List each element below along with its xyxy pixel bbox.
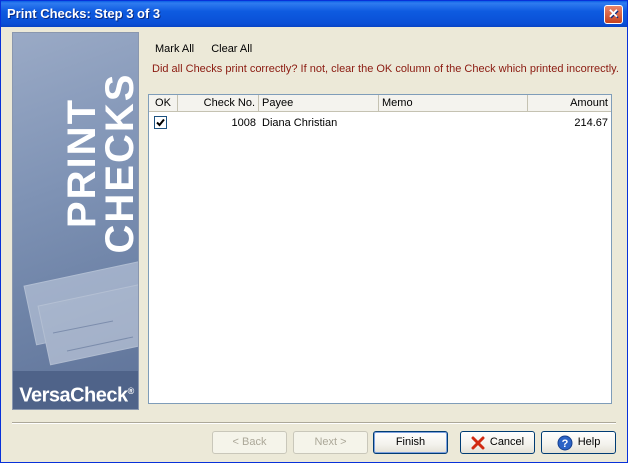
button-divider (12, 422, 616, 424)
check-no-cell: 1008 (231, 117, 256, 129)
column-header-check-no[interactable]: Check No. (178, 95, 259, 111)
close-icon: ✕ (608, 6, 619, 21)
cancel-x-icon (471, 436, 485, 449)
dialog-body: PRINT CHECKS VersaCheck® Mark All Clear … (4, 27, 624, 461)
payee-cell: Diana Christian (262, 117, 338, 129)
close-button[interactable]: ✕ (604, 5, 623, 24)
help-button-label: Help (577, 436, 601, 448)
finish-button[interactable]: Finish (373, 431, 448, 454)
check-stack-image (23, 260, 138, 366)
clear-all-link[interactable]: Clear All (211, 43, 252, 55)
window-title: Print Checks: Step 3 of 3 (7, 6, 161, 21)
mark-all-link[interactable]: Mark All (155, 43, 194, 55)
checkmark-icon (156, 118, 165, 127)
grid-toolbar: Mark All Clear All (155, 43, 266, 57)
next-button[interactable]: Next > (293, 431, 368, 454)
print-checks-window: Print Checks: Step 3 of 3 ✕ PRINT CHECKS… (0, 0, 628, 463)
column-header-amount[interactable]: Amount (528, 95, 611, 111)
back-button[interactable]: < Back (212, 431, 287, 454)
instruction-text: Did all Checks print correctly? If not, … (152, 63, 619, 75)
svg-text:?: ? (561, 438, 568, 450)
finish-button-label: Finish (395, 436, 426, 448)
grid-header: OK Check No. Payee Memo Amount (149, 95, 611, 112)
help-button[interactable]: ? Help (541, 431, 616, 454)
versacheck-banner: PRINT CHECKS VersaCheck® (12, 32, 139, 410)
table-row[interactable]: 1008 Diana Christian 214.67 (149, 115, 611, 133)
next-button-label: Next > (314, 436, 347, 448)
cancel-button[interactable]: Cancel (460, 431, 535, 454)
column-header-memo[interactable]: Memo (379, 95, 528, 111)
help-icon: ? (557, 435, 573, 450)
column-header-ok[interactable]: OK (149, 95, 178, 111)
banner-title-line2: CHECKS (98, 73, 139, 254)
ok-checkbox[interactable] (154, 116, 167, 129)
checks-grid: OK Check No. Payee Memo Amount 1008 Dian… (148, 94, 612, 404)
amount-cell: 214.67 (574, 117, 608, 129)
ok-cell (149, 115, 178, 131)
column-header-payee[interactable]: Payee (259, 95, 379, 111)
title-bar: Print Checks: Step 3 of 3 ✕ (1, 1, 627, 27)
back-button-label: < Back (232, 436, 267, 448)
memo-cell (379, 115, 528, 131)
cancel-button-label: Cancel (489, 436, 525, 448)
versacheck-logo: VersaCheck® (13, 371, 138, 409)
